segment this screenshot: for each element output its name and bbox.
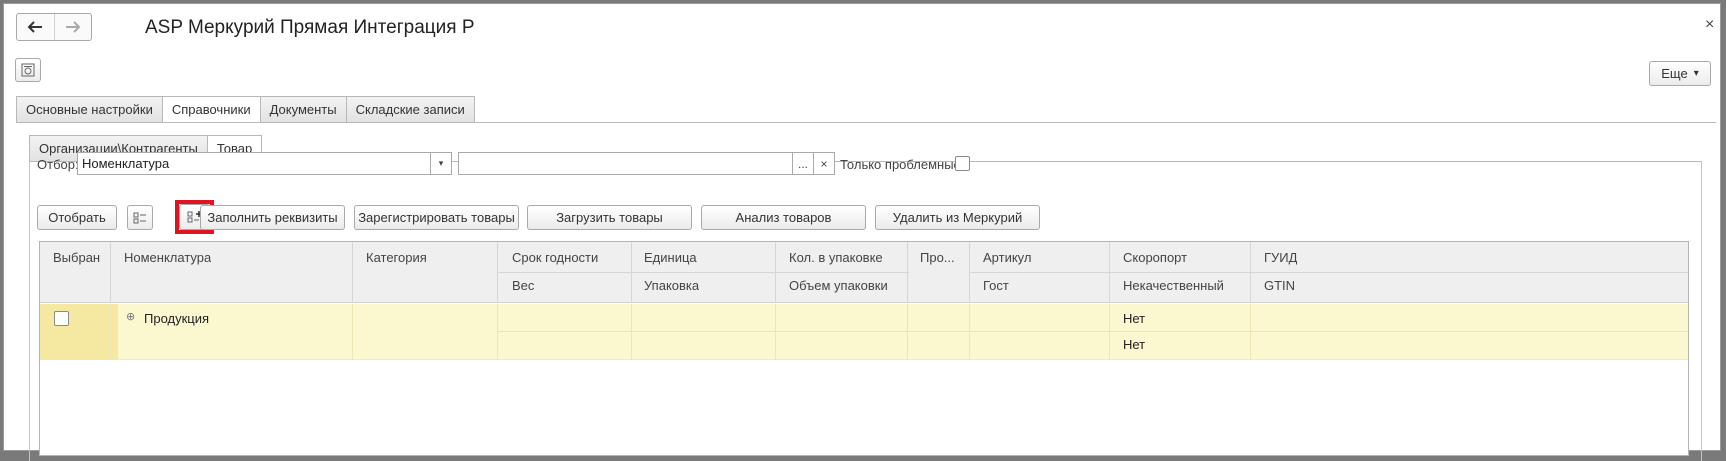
ellipsis-icon: ... <box>797 156 808 171</box>
more-label: Еще <box>1661 66 1688 81</box>
goods-table[interactable]: Выбран Номенклатура Категория Срок годно… <box>39 241 1689 456</box>
chevron-down-icon: ▾ <box>1693 68 1699 79</box>
column-header-gtin[interactable]: GTIN <box>1264 278 1295 293</box>
column-header-unit[interactable]: Единица <box>644 250 697 265</box>
filter-dropdown-button[interactable]: ▾ <box>430 152 452 175</box>
column-divider <box>352 242 353 303</box>
column-header-selected[interactable]: Выбран <box>53 250 100 265</box>
table-row[interactable]: ⊕ Продукция Нет Нет <box>40 304 1688 360</box>
forward-arrow-icon <box>65 21 81 33</box>
back-arrow-icon <box>28 21 43 33</box>
select-button[interactable]: Отобрать <box>37 205 117 230</box>
filter-label: Отбор: <box>37 157 79 172</box>
column-divider <box>110 304 111 360</box>
column-header-producer[interactable]: Про... <box>920 250 966 265</box>
expand-icon[interactable]: ⊕ <box>126 310 135 323</box>
panel-border <box>1701 161 1702 461</box>
navigation-buttons <box>16 13 92 41</box>
column-header-perishable[interactable]: Скоропорт <box>1123 250 1187 265</box>
column-divider <box>1250 242 1251 303</box>
row-defective: Нет <box>1123 337 1146 352</box>
table-header: Выбран Номенклатура Категория Срок годно… <box>40 242 1688 303</box>
window-title: ASP Меркурий Прямая Интеграция Р <box>145 17 475 38</box>
search-input[interactable] <box>458 152 793 175</box>
column-header-defective[interactable]: Некачественный <box>1123 278 1224 293</box>
settings-button[interactable] <box>15 58 41 82</box>
column-header-shelf-life[interactable]: Срок годности <box>512 250 598 265</box>
column-divider <box>497 242 498 303</box>
column-divider <box>969 304 970 360</box>
column-divider <box>775 242 776 303</box>
panel-border <box>29 161 30 461</box>
column-divider <box>110 242 111 303</box>
column-header-article[interactable]: Артикул <box>983 250 1031 265</box>
column-header-package-volume[interactable]: Объем упаковки <box>789 278 888 293</box>
header-divider <box>970 272 1688 273</box>
column-divider <box>1250 304 1251 360</box>
column-header-weight[interactable]: Вес <box>512 278 534 293</box>
tab-directories[interactable]: Справочники <box>161 96 260 123</box>
filter-field[interactable]: Номенклатура <box>77 152 431 175</box>
more-button[interactable]: Еще ▾ <box>1649 61 1711 86</box>
row-nomenclature: Продукция <box>144 311 210 326</box>
tabs-divider <box>16 122 1716 123</box>
problems-only-label: Только проблемные: <box>840 157 965 172</box>
load-goods-button[interactable]: Загрузить товары <box>527 205 692 230</box>
settings-icon <box>21 63 35 77</box>
register-goods-button[interactable]: Зарегистрировать товары <box>354 205 519 230</box>
clear-button[interactable]: × <box>813 152 835 175</box>
column-header-category[interactable]: Категория <box>366 250 427 265</box>
column-header-gost[interactable]: Гост <box>983 278 1009 293</box>
select-value-button[interactable]: ... <box>792 152 814 175</box>
main-tabs: Основные настройки Справочники Документы… <box>16 96 475 123</box>
close-icon[interactable]: × <box>1705 16 1714 34</box>
tab-main-settings[interactable]: Основные настройки <box>16 96 162 123</box>
checkbox-list-button[interactable] <box>127 205 153 230</box>
tab-warehouse-records[interactable]: Складские записи <box>345 96 475 123</box>
column-header-guid[interactable]: ГУИД <box>1264 250 1297 265</box>
column-divider <box>631 242 632 303</box>
column-divider <box>631 304 632 360</box>
header-divider <box>497 272 909 273</box>
back-button[interactable] <box>17 14 54 40</box>
column-divider <box>1109 304 1110 360</box>
forward-button[interactable] <box>53 14 91 40</box>
column-divider <box>775 304 776 360</box>
row-select-checkbox[interactable] <box>54 311 69 326</box>
row-selected-cell <box>40 304 118 360</box>
analyze-goods-button[interactable]: Анализ товаров <box>701 205 866 230</box>
column-header-pack-quantity[interactable]: Кол. в упаковке <box>789 250 883 265</box>
column-divider <box>907 242 908 303</box>
problems-only-checkbox[interactable] <box>955 156 970 171</box>
chevron-down-icon: ▾ <box>438 158 444 168</box>
column-header-package[interactable]: Упаковка <box>644 278 699 293</box>
fill-requisites-button[interactable]: Заполнить реквизиты <box>200 205 345 230</box>
row-perishable: Нет <box>1123 311 1146 326</box>
clear-icon: × <box>820 156 828 171</box>
column-header-nomenclature[interactable]: Номенклатура <box>124 250 211 265</box>
tab-documents[interactable]: Документы <box>259 96 346 123</box>
row-divider <box>497 331 1688 332</box>
column-divider <box>352 304 353 360</box>
checkbox-list-icon <box>133 212 146 223</box>
column-divider <box>497 304 498 360</box>
main-window: ASP Меркурий Прямая Интеграция Р × Еще ▾… <box>3 3 1721 461</box>
delete-from-mercury-button[interactable]: Удалить из Меркурий <box>875 205 1040 230</box>
column-divider <box>907 304 908 360</box>
column-divider <box>969 242 970 303</box>
column-divider <box>1109 242 1110 303</box>
